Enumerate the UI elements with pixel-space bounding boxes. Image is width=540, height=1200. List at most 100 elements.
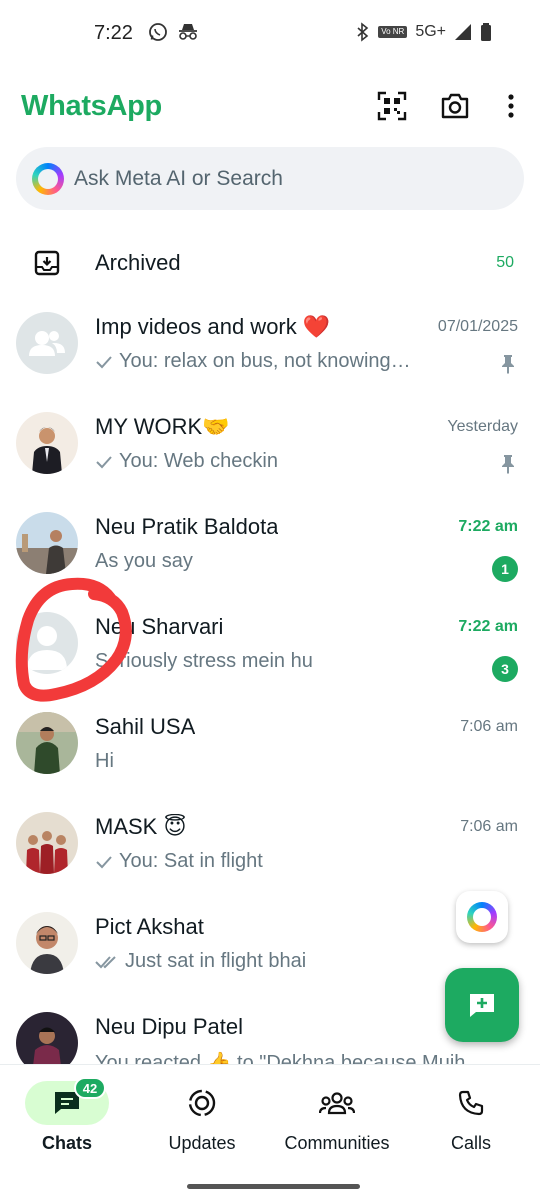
meta-ai-icon: [467, 902, 497, 932]
chat-time: 7:22 am: [458, 518, 518, 535]
more-vertical-icon: [508, 94, 514, 118]
camera-button[interactable]: [437, 88, 473, 124]
chat-time: 7:06 am: [460, 818, 518, 835]
chat-name: Neu Dipu Patel: [95, 1014, 243, 1039]
network-type: 5G+: [415, 23, 446, 40]
nav-calls-icon-container: [429, 1081, 513, 1125]
chat-preview-text: As you say: [95, 550, 193, 572]
meta-ai-button[interactable]: [456, 891, 508, 943]
contact-avatar: [16, 412, 78, 474]
chat-name: Neu Sharvari: [95, 614, 224, 639]
app-header: WhatsApp: [0, 68, 540, 144]
more-options-button[interactable]: [493, 88, 529, 124]
phone-icon: [458, 1090, 484, 1116]
archived-count: 50: [496, 254, 514, 271]
chat-preview: As you say: [95, 550, 475, 573]
chat-preview: You: relax on bus, not knowing…: [95, 350, 475, 373]
contact-avatar: [16, 712, 78, 774]
chat-time: 7:06 am: [460, 718, 518, 735]
chat-preview-text: You reacted 👍 to "Dekhna because Mujh: [95, 1052, 466, 1064]
chat-preview: Just sat in flight bhai: [95, 950, 475, 973]
pin-icon: [500, 354, 516, 379]
chat-time: 07/01/2025: [437, 318, 518, 335]
chat-time: Yesterday: [447, 418, 518, 435]
chat-time: 7:22 am: [458, 618, 518, 635]
chat-preview: Seriously stress mein hu: [95, 650, 475, 673]
chat-name: Sahil USA: [95, 714, 196, 739]
chat-name: MY WORK🤝: [95, 414, 230, 439]
bottom-nav: 42 Chats Updates Communities Calls: [0, 1064, 540, 1200]
chats-unread-badge: 42: [74, 1077, 106, 1099]
nav-label: Updates: [168, 1133, 236, 1153]
app-title: WhatsApp: [21, 90, 162, 122]
default-person-avatar: [16, 612, 78, 674]
chat-preview-text: Hi: [95, 750, 114, 772]
group-photo-avatar: [16, 812, 78, 874]
status-bar: 7:22 Vo NR 5G+: [0, 0, 540, 68]
chat-row-mask[interactable]: MASK 😇 7:06 am You: Sat in flight: [0, 796, 540, 896]
search-input[interactable]: Ask Meta AI or Search: [16, 147, 524, 210]
nav-updates-icon-container: [160, 1081, 244, 1125]
status-system-icons: Vo NR 5G+: [356, 22, 492, 42]
chat-row-sahil-usa[interactable]: Sahil USA 7:06 am Hi: [0, 696, 540, 796]
archived-label: Archived: [95, 250, 181, 275]
qr-scanner-button[interactable]: [374, 88, 410, 124]
chat-preview-text: Seriously stress mein hu: [95, 650, 313, 672]
nav-label: Chats: [41, 1133, 92, 1153]
single-check-icon: [96, 455, 112, 468]
chat-preview-text: You: Web checkin: [119, 450, 278, 472]
nav-item-chats[interactable]: 42 Chats: [2, 1077, 132, 1179]
chat-row-neu-pratik-baldota[interactable]: Neu Pratik Baldota 7:22 am As you say 1: [0, 496, 540, 596]
chat-preview: You: Web checkin: [95, 450, 475, 473]
communities-icon: [319, 1092, 355, 1115]
nav-item-communities[interactable]: Communities: [272, 1079, 402, 1179]
chat-preview-text: You: Sat in flight: [119, 850, 263, 872]
camera-icon: [441, 93, 469, 119]
chat-name: MASK 😇: [95, 814, 187, 839]
chat-preview-text: Just sat in flight bhai: [125, 950, 307, 972]
contact-avatar: [16, 912, 78, 974]
chat-row-my-work[interactable]: MY WORK🤝 Yesterday You: Web checkin: [0, 396, 540, 496]
chat-name: Imp videos and work ❤️: [95, 314, 331, 339]
updates-icon: [188, 1089, 216, 1117]
nav-communities-icon-container: [295, 1081, 379, 1125]
chat-name: Neu Pratik Baldota: [95, 514, 279, 539]
group-avatar: [16, 312, 78, 374]
home-indicator: [187, 1184, 360, 1189]
single-check-icon: [96, 855, 112, 868]
meta-ai-icon: [32, 162, 64, 195]
whatsapp-notification-icon: [149, 23, 167, 41]
volte-icon: Vo NR: [378, 26, 408, 38]
chat-preview: Hi: [95, 750, 475, 773]
new-chat-button[interactable]: [445, 968, 519, 1042]
new-chat-icon: [470, 994, 494, 1017]
chat-list: Imp videos and work ❤️ 07/01/2025 You: r…: [0, 296, 540, 1064]
qr-code-icon: [377, 91, 407, 121]
chat-name: Pict Akshat: [95, 914, 204, 939]
chat-row-neu-sharvari[interactable]: Neu Sharvari 7:22 am Seriously stress me…: [0, 596, 540, 696]
single-check-icon: [96, 355, 112, 368]
nav-label: Calls: [450, 1133, 491, 1153]
bluetooth-icon: [357, 22, 369, 42]
nav-label: Communities: [284, 1133, 390, 1153]
archived-row[interactable]: Archived 50: [0, 232, 540, 296]
contact-avatar: [16, 1012, 78, 1064]
unread-count-badge: 1: [492, 556, 518, 582]
status-notification-icons: [148, 22, 200, 42]
unread-count-badge: 3: [492, 656, 518, 682]
incognito-icon: [179, 24, 197, 40]
search-placeholder: Ask Meta AI or Search: [74, 166, 283, 190]
chat-row-imp-videos-and-work[interactable]: Imp videos and work ❤️ 07/01/2025 You: r…: [0, 296, 540, 396]
archive-icon: [34, 250, 60, 281]
double-check-icon: [95, 955, 116, 968]
status-time: 7:22: [94, 22, 133, 44]
signal-icon: [455, 24, 471, 40]
contact-avatar: [16, 512, 78, 574]
chat-preview: You reacted 👍 to "Dekhna because Mujh: [95, 1050, 475, 1064]
nav-item-calls[interactable]: Calls: [406, 1079, 536, 1179]
battery-icon: [481, 23, 491, 41]
nav-item-updates[interactable]: Updates: [137, 1079, 267, 1179]
pin-icon: [500, 454, 516, 479]
chat-preview: You: Sat in flight: [95, 850, 475, 873]
chat-preview-text: You: relax on bus, not knowing…: [119, 350, 411, 372]
